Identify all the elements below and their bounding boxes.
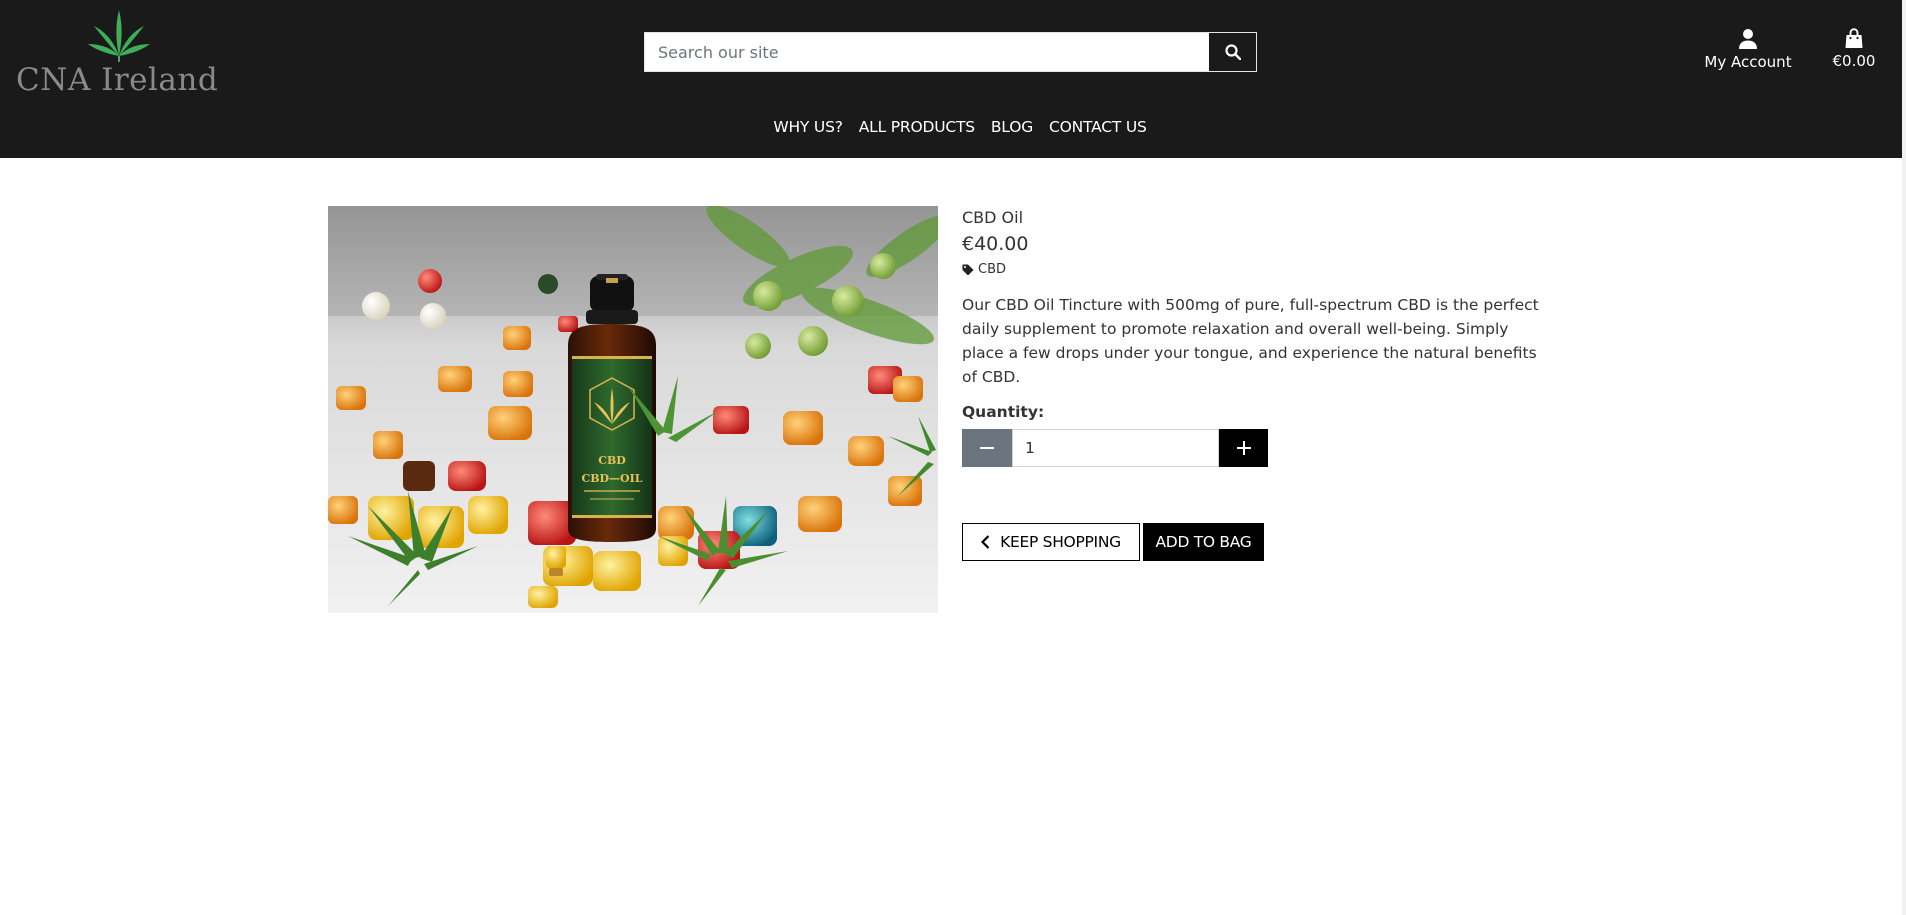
- product-name: CBD Oil: [962, 208, 1024, 227]
- product-details: CBD Oil €40.00 CBD Our CBD Oil Tincture …: [962, 206, 1562, 561]
- my-account-label: My Account: [1704, 53, 1792, 71]
- quantity-stepper: [962, 429, 1268, 467]
- site-header: CNA Ireland My Account €0.00 WHY US? ALL…: [0, 0, 1902, 158]
- bag-total: €0.00: [1832, 52, 1876, 70]
- minus-icon: [980, 447, 994, 449]
- nav-contact-us[interactable]: CONTACT US: [1049, 118, 1147, 136]
- product-category-link[interactable]: CBD: [962, 262, 1562, 277]
- nav-why-us[interactable]: WHY US?: [773, 118, 843, 136]
- site-logo[interactable]: CNA Ireland: [16, 6, 219, 102]
- cannabis-leaf-icon: [88, 10, 150, 62]
- search-button[interactable]: [1208, 33, 1256, 71]
- search-input[interactable]: [645, 33, 1208, 71]
- logo-text: CNA Ireland: [16, 62, 219, 98]
- product-description: Our CBD Oil Tincture with 500mg of pure,…: [962, 296, 1539, 386]
- product-price: €40.00: [962, 233, 1029, 255]
- tag-icon: [962, 264, 974, 275]
- search-icon: [1224, 44, 1241, 60]
- my-account-link[interactable]: My Account: [1700, 28, 1796, 71]
- decrement-quantity-button[interactable]: [962, 429, 1012, 467]
- keep-shopping-button[interactable]: KEEP SHOPPING: [962, 523, 1140, 561]
- product-image: CBD CBD—OIL: [328, 206, 938, 613]
- main-nav: WHY US? ALL PRODUCTS BLOG CONTACT US: [0, 118, 1902, 136]
- shopping-bag-icon: [1845, 28, 1863, 48]
- chevron-left-icon: [981, 535, 990, 549]
- product-actions: KEEP SHOPPING ADD TO BAG: [962, 523, 1264, 561]
- quantity-label: Quantity:: [962, 403, 1045, 421]
- bottle-label-line2: CBD—OIL: [581, 472, 642, 485]
- user-icon: [1739, 29, 1757, 49]
- quantity-input[interactable]: [1012, 429, 1219, 467]
- scrollbar-track: [1902, 0, 1906, 915]
- bottle-label-line1: CBD: [598, 454, 626, 467]
- increment-quantity-button[interactable]: [1219, 429, 1268, 467]
- keep-shopping-label: KEEP SHOPPING: [1000, 533, 1121, 551]
- nav-all-products[interactable]: ALL PRODUCTS: [859, 118, 975, 136]
- add-to-bag-button[interactable]: ADD TO BAG: [1143, 523, 1264, 561]
- plus-icon: [1236, 441, 1251, 455]
- search-form: [644, 32, 1257, 72]
- shopping-bag-link[interactable]: €0.00: [1826, 28, 1882, 70]
- product-category-label: CBD: [978, 262, 1007, 277]
- nav-blog[interactable]: BLOG: [991, 118, 1033, 136]
